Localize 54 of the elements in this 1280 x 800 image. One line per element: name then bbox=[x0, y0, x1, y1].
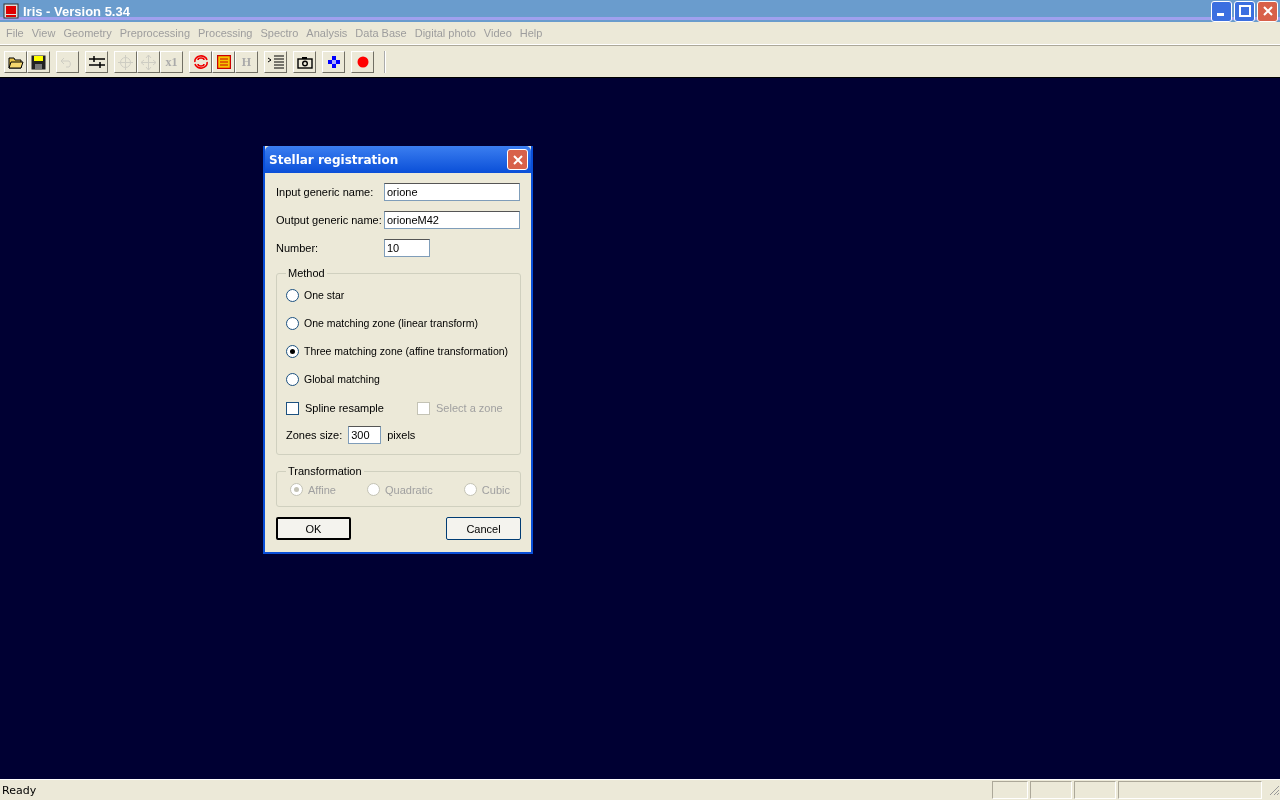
radio-option[interactable]: One matching zone (linear transform) bbox=[286, 309, 478, 337]
resize-grip-icon bbox=[1268, 784, 1280, 796]
group-legend: Transformation bbox=[286, 465, 364, 477]
close-button[interactable] bbox=[1257, 0, 1278, 22]
field-label: Input generic name: bbox=[276, 186, 375, 198]
status-panel bbox=[1030, 781, 1072, 799]
crosshair-icon bbox=[118, 54, 133, 70]
dialog-title: Stellar registration bbox=[269, 152, 399, 167]
checkbox[interactable] bbox=[286, 401, 299, 415]
radio-button[interactable] bbox=[286, 288, 299, 302]
maximize-icon bbox=[1238, 5, 1251, 17]
folder-icon bbox=[7, 55, 24, 69]
field-label: Number: bbox=[276, 242, 320, 254]
close-icon bbox=[1261, 5, 1274, 17]
toolbar-button[interactable] bbox=[322, 51, 345, 73]
toolbar-button[interactable] bbox=[4, 51, 27, 73]
list-icon bbox=[267, 55, 284, 69]
move-arrows-icon bbox=[141, 54, 156, 70]
text-field[interactable]: orioneM42 bbox=[384, 211, 520, 229]
text-field[interactable]: 300 bbox=[348, 426, 382, 444]
radio-option[interactable]: One star bbox=[286, 281, 345, 309]
status-panel bbox=[1074, 781, 1116, 799]
unit-label: pixels bbox=[387, 429, 416, 441]
sliders-icon bbox=[88, 55, 105, 69]
close-icon bbox=[511, 153, 524, 166]
maximize-button[interactable] bbox=[1234, 0, 1255, 22]
minimize-button[interactable] bbox=[1211, 0, 1232, 22]
text-field[interactable]: 10 bbox=[384, 239, 430, 257]
field-label: Zones size: bbox=[286, 429, 343, 441]
diamond-icon bbox=[327, 56, 340, 68]
group-legend: Method bbox=[286, 267, 327, 279]
striped-square-icon bbox=[216, 55, 231, 69]
minimize-icon bbox=[1216, 13, 1224, 16]
text-field[interactable]: orione bbox=[384, 183, 520, 201]
toolbar-button[interactable] bbox=[293, 51, 316, 73]
dialog-button[interactable]: OK bbox=[276, 517, 351, 540]
window-title: Iris - Version 5.34 bbox=[23, 3, 130, 19]
record-dot-icon bbox=[356, 56, 369, 68]
radio-option[interactable]: Three matching zone (affine transformation) bbox=[286, 337, 509, 365]
toolbar-button[interactable] bbox=[85, 51, 108, 73]
close-button[interactable] bbox=[507, 149, 528, 170]
camera-icon bbox=[296, 55, 313, 69]
status-text: Ready bbox=[1, 783, 37, 797]
radio-button[interactable] bbox=[286, 316, 299, 330]
field-label: Output generic name: bbox=[276, 214, 383, 226]
status-panel bbox=[992, 781, 1028, 799]
dialog-button[interactable]: Cancel bbox=[446, 517, 521, 540]
radio-button[interactable] bbox=[286, 344, 299, 358]
radio-button[interactable] bbox=[286, 372, 299, 386]
radio-option[interactable]: Global matching bbox=[286, 365, 380, 393]
toolbar-button[interactable] bbox=[27, 51, 50, 73]
swirl-icon bbox=[192, 55, 209, 69]
checkbox-option[interactable]: Spline resample bbox=[286, 401, 417, 415]
app-icon bbox=[3, 3, 19, 19]
